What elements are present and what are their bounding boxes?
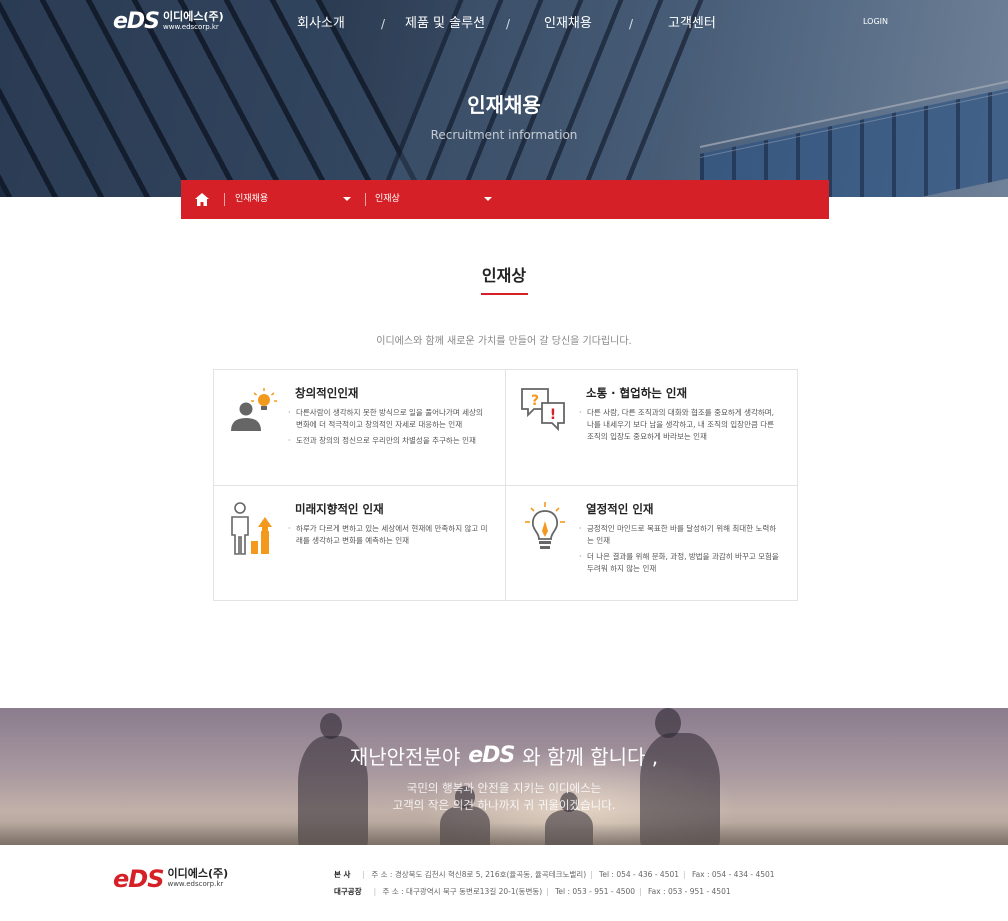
breadcrumb-bar: 인재채용 인재상 — [181, 180, 829, 219]
logo-mark: eDS — [113, 865, 164, 893]
home-button[interactable] — [181, 180, 223, 219]
footer-label: 대구공장 — [334, 887, 362, 896]
svg-text:?: ? — [531, 393, 539, 409]
card-list-item: 다른사람이 생각하지 못한 방식으로 일을 풀어나가며 세상의 변화에 더 적극… — [288, 407, 488, 431]
hero-banner: eDS 이디에스(주) www.edscorp.kr 회사소개 / 제품 및 솔… — [0, 0, 1008, 197]
svg-text:!: ! — [550, 407, 556, 423]
card-list-item: 하루가 다르게 변하고 있는 세상에서 현재에 만족하지 않고 미래를 생각하고… — [288, 523, 488, 547]
menu-separator: / — [381, 17, 386, 31]
card-list-item: 긍정적인 마인드로 목표한 바를 달성하기 위해 최대한 노력하는 인재 — [579, 523, 779, 547]
idea-person-icon — [231, 388, 277, 431]
menu-company[interactable]: 회사소개 — [297, 15, 345, 33]
footer-tel: Tel : 054 - 436 - 4501 — [599, 870, 680, 879]
banner-text: 고객의 작은 의견 하나까지 귀 귀울이겠습니다. — [392, 798, 616, 812]
banner-title-text: 재난안전분야 — [349, 745, 461, 769]
breadcrumb-level1[interactable]: 인재채용 — [235, 180, 268, 219]
breadcrumb-divider — [365, 193, 366, 206]
banner-text: 국민의 행복과 안전을 지키는 이디에스는 — [406, 781, 602, 795]
footer: eDS 이디에스(주) www.edscorp.kr 본 사 | 주 소 : 경상… — [0, 845, 1008, 921]
footer-label: 본 사 — [334, 870, 351, 879]
top-navigation: eDS 이디에스(주) www.edscorp.kr 회사소개 / 제품 및 솔… — [0, 0, 1008, 46]
card-list: 다른사람이 생각하지 못한 방식으로 일을 풀어나가며 세상의 변화에 더 적극… — [288, 407, 488, 451]
main-menu: 회사소개 / 제품 및 솔루션 / 인재채용 / 고객센터 — [0, 15, 1008, 33]
card-list-item: 더 나은 결과를 위해 문화, 과정, 방법을 과감히 바꾸고 모험을 두려워 … — [579, 551, 779, 575]
home-icon — [195, 193, 209, 206]
menu-recruit[interactable]: 인재채용 — [544, 15, 592, 33]
footer-address: 주 소 : 대구광역시 북구 동변로13길 20-1(동변동) — [382, 887, 543, 896]
footer-logo[interactable]: eDS 이디에스(주) www.edscorp.kr — [113, 867, 228, 891]
banner-logo: eDS — [468, 743, 515, 768]
footer-tel: Tel : 053 - 951 - 4500 — [555, 887, 636, 896]
lightbulb-icon — [525, 502, 565, 549]
footer-address: 주 소 : 경상북도 김천시 혁신8로 5, 216호(율곡동, 율곡테크노밸리… — [371, 870, 587, 879]
card-title: 미래지향적인 인재 — [295, 502, 384, 516]
card-list: 하루가 다르게 변하고 있는 세상에서 현재에 만족하지 않고 미래를 생각하고… — [288, 523, 488, 551]
menu-products[interactable]: 제품 및 솔루션 — [405, 15, 485, 33]
footer-factory-info: 대구공장 | 주 소 : 대구광역시 북구 동변로13길 20-1(동변동) | T… — [334, 887, 731, 896]
family-banner-image — [0, 708, 1008, 845]
card-list: 긍정적인 마인드로 목표한 바를 달성하기 위해 최대한 노력하는 인재 더 나… — [579, 523, 779, 579]
hero-subtitle: Recruitment information — [430, 128, 578, 142]
page: eDS 이디에스(주) www.edscorp.kr 회사소개 / 제품 및 솔… — [0, 0, 1008, 921]
speech-bubbles-icon: ? ! — [521, 388, 565, 432]
growth-person-icon — [231, 502, 272, 555]
section-description: 이디에스와 함께 새로운 가치를 만들어 갈 당신을 기다립니다. — [376, 336, 632, 347]
footer-fax: Fax : 053 - 951 - 4501 — [648, 887, 731, 896]
card-title: 창의적인인재 — [295, 386, 359, 400]
logo-name: 이디에스(주) — [167, 867, 229, 880]
title-underline — [481, 293, 528, 295]
login-link[interactable]: LOGIN — [863, 17, 888, 26]
card-list: 다른 사람, 다른 조직과의 대화와 협조를 중요하게 생각하며, 나를 내세우… — [579, 407, 779, 447]
card-title: 소통 · 협업하는 인재 — [586, 386, 688, 400]
breadcrumb-level2[interactable]: 인재상 — [375, 180, 400, 219]
banner-title: 재난안전분야 eDS 와 함께 합니다 , — [0, 741, 1008, 770]
card-list-item: 다른 사람, 다른 조직과의 대화와 협조를 중요하게 생각하며, 나를 내세우… — [579, 407, 779, 443]
card-title: 열정적인 인재 — [586, 502, 654, 516]
hero-title: 인재채용 — [467, 93, 541, 117]
menu-separator: / — [506, 17, 511, 31]
logo-url: www.edscorp.kr — [167, 880, 224, 888]
footer-fax: Fax : 054 - 434 - 4501 — [691, 870, 775, 879]
menu-separator: / — [629, 17, 634, 31]
chevron-down-icon[interactable] — [343, 197, 351, 201]
chevron-down-icon[interactable] — [484, 197, 492, 201]
card-list-item: 도전과 창의의 정신으로 우리만의 차별성을 추구하는 인재 — [288, 435, 488, 447]
menu-support[interactable]: 고객센터 — [668, 15, 716, 33]
banner-title-text: 와 함께 합니다 , — [522, 745, 659, 769]
footer-hq-info: 본 사 | 주 소 : 경상북도 김천시 혁신8로 5, 216호(율곡동, 율곡… — [334, 870, 775, 879]
breadcrumb-divider — [224, 193, 225, 206]
section-title: 인재상 — [481, 266, 527, 285]
talent-grid: 창의적인인재 다른사람이 생각하지 못한 방식으로 일을 풀어나가며 세상의 변… — [213, 369, 798, 601]
